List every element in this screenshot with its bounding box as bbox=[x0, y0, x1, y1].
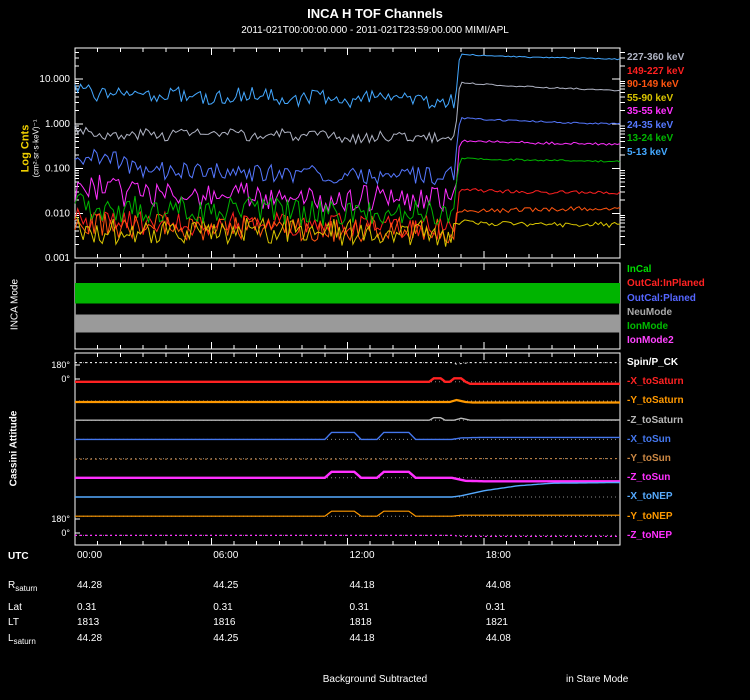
series-y-tosaturn bbox=[75, 398, 620, 404]
panel-frame bbox=[74, 262, 621, 350]
mode-bar-ionmode bbox=[75, 282, 620, 304]
y-tick-label: 10.000 bbox=[39, 74, 70, 85]
footer-row-lat: Lat 0.31 0.31 0.31 0.31 bbox=[0, 602, 750, 616]
footer-row-label: Lat bbox=[8, 602, 22, 613]
time-range-subtitle: 2011-021T00:00:00.000 - 2011-021T23:59:0… bbox=[241, 25, 509, 36]
legend-item-y-tonep: -Y_toNEP bbox=[627, 510, 673, 522]
legend-item-spin-p-ck: Spin/P_CK bbox=[627, 357, 679, 368]
series-y-tonep bbox=[75, 510, 620, 517]
legend-item-24-35-kev: 24-35 keV bbox=[627, 119, 674, 131]
y-tick-label: 0.100 bbox=[45, 164, 70, 175]
legend-item-y-tosun: -Y_toSun bbox=[627, 452, 671, 464]
footer-value: 1816 bbox=[213, 617, 236, 628]
footer-value: 44.25 bbox=[213, 580, 239, 591]
footer-value: 44.18 bbox=[349, 633, 375, 644]
series-227-360-kev bbox=[74, 81, 621, 146]
footer-row-label: Rsaturn bbox=[8, 580, 38, 593]
series-x-tosaturn bbox=[75, 377, 620, 385]
legend-item-ionmode2: IonMode2 bbox=[627, 335, 674, 347]
x-axis-time-labels: 00:00 06:00 12:00 18:00 bbox=[0, 550, 750, 564]
legend-item-outcal-inplaned: OutCal:InPlaned bbox=[627, 278, 705, 290]
legend-item-55-90-kev: 55-90 keV bbox=[627, 92, 674, 104]
mode-bar-neumode bbox=[75, 314, 620, 333]
footer-value: 0.31 bbox=[349, 602, 369, 613]
legend-item-neumode: NeuMode bbox=[627, 306, 672, 318]
footer-value: 44.28 bbox=[77, 580, 103, 591]
legend-item-227-360-kev: 227-360 keV bbox=[627, 52, 685, 63]
series-z-tosaturn bbox=[75, 417, 621, 421]
footer-value: 0.31 bbox=[485, 602, 506, 613]
x-tick-label: 12:00 bbox=[349, 550, 375, 561]
legend-item-incal: InCal bbox=[627, 264, 652, 275]
legend-item-z-tonep: -Z_toNEP bbox=[627, 529, 672, 541]
footer-value: 44.25 bbox=[213, 633, 239, 644]
y-axis-label-inca-mode: INCA Mode bbox=[9, 278, 21, 331]
legend-item-35-55-kev: 35-55 keV bbox=[627, 106, 674, 117]
log-cnts-label: Log Cnts bbox=[19, 124, 32, 173]
legend-item-x-tosaturn: -X_toSaturn bbox=[627, 376, 684, 388]
x-tick-label: 18:00 bbox=[485, 550, 511, 561]
caption-background-subtracted: Background Subtracted bbox=[322, 674, 428, 685]
footer-value: 44.28 bbox=[77, 633, 103, 644]
legend-item-y-tosaturn: -Y_toSaturn bbox=[627, 395, 684, 407]
y-tick-label: 0.001 bbox=[45, 253, 70, 264]
legend-item-x-tosun: -X_toSun bbox=[627, 433, 671, 445]
legend-item-x-tonep: -X_toNEP bbox=[627, 491, 673, 503]
log-cnts-units-label: (cm²·sr·s·keV)⁻¹ bbox=[31, 119, 41, 178]
footer-row-l-saturn: Lsaturn 44.28 44.25 44.18 44.08 bbox=[0, 633, 750, 647]
series-24-35-kev bbox=[74, 116, 621, 186]
footer-row-label-sub: saturn bbox=[15, 584, 38, 593]
legend-item-ionmode: IonMode bbox=[627, 321, 669, 333]
footer-row-label: Lsaturn bbox=[8, 633, 36, 646]
legend-item-z-tosun: -Z_toSun bbox=[627, 472, 671, 484]
series-x-tosun bbox=[75, 431, 620, 441]
footer-value: 44.18 bbox=[349, 580, 375, 591]
footer-value: 1818 bbox=[349, 617, 372, 628]
footer-value: 0.31 bbox=[77, 602, 97, 613]
y-tick-label: 0.010 bbox=[45, 208, 70, 219]
y-axis-label-log-counts: Log Cnts (cm²·sr·s·keV)⁻¹ bbox=[20, 74, 41, 224]
inca-tof-figure: 10.000 1.000 0.100 0.010 0.001 180° 0° 180° 0° I… bbox=[0, 0, 750, 700]
footer-row-lt: LT 1813 1816 1818 1821 bbox=[0, 617, 750, 631]
legend-item-13-24-kev: 13-24 keV bbox=[627, 133, 674, 144]
legend-item-149-227-kev: 149-227 keV bbox=[627, 65, 685, 77]
footer-value: 44.08 bbox=[485, 633, 511, 644]
att-y-tick-label: 180° bbox=[51, 514, 70, 524]
footer-row-r-saturn: Rsaturn 44.28 44.25 44.18 44.08 bbox=[0, 580, 750, 594]
att-y-tick-label: 0° bbox=[61, 374, 70, 384]
series-x-tonep bbox=[75, 481, 620, 498]
caption-stare-mode: in Stare Mode bbox=[566, 674, 629, 685]
legend-item-z-tosaturn: -Z_toSaturn bbox=[627, 414, 684, 426]
x-tick-label: 00:00 bbox=[77, 550, 103, 561]
att-y-tick-label: 0° bbox=[61, 528, 70, 538]
footer-row-label: LT bbox=[8, 617, 19, 628]
legend-item-90-149-kev: 90-149 keV bbox=[627, 79, 679, 90]
series-5-13-kev bbox=[74, 53, 621, 110]
footer-value: 44.08 bbox=[485, 580, 511, 591]
legend-item-outcal-planed: OutCal:Planed bbox=[627, 292, 696, 304]
legend-item-5-13-kev: 5-13 keV bbox=[627, 146, 668, 158]
footer-value: 1821 bbox=[485, 617, 508, 628]
att-y-tick-label: 180° bbox=[51, 360, 70, 370]
footer-value: 1813 bbox=[77, 617, 100, 628]
energy-channel-legend: 227-360 keV 149-227 keV 90-149 keV 55-90 ke… bbox=[627, 51, 684, 159]
x-tick-label: 06:00 bbox=[213, 550, 239, 561]
footer-value: 0.31 bbox=[213, 602, 233, 613]
footer-row-label-sub: saturn bbox=[13, 637, 36, 646]
attitude-legend: Spin/P_CK -X_toSaturn -Y_toSaturn -Z_toSatu… bbox=[627, 353, 684, 545]
page-title: INCA H TOF Channels bbox=[307, 6, 443, 21]
y-tick-label: 1.000 bbox=[45, 119, 70, 130]
y-axis-label-cassini-attitude: Cassini Attitude bbox=[8, 410, 20, 487]
mode-legend: InCal OutCal:InPlaned OutCal:Planed NeuMode… bbox=[627, 263, 705, 349]
panel-frame bbox=[74, 47, 621, 259]
series-z-tosun bbox=[75, 470, 620, 483]
